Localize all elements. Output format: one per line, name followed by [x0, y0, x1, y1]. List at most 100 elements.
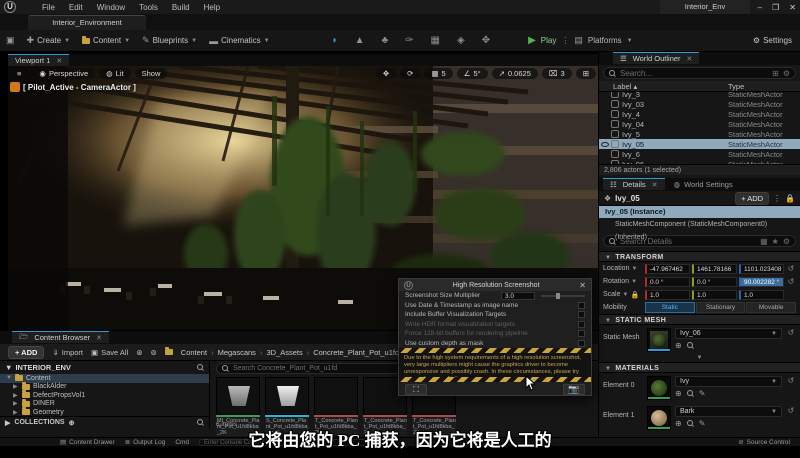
instance-row[interactable]: Ivy_05 (Instance) [599, 206, 800, 218]
view-mode-dropdown[interactable]: ◍Lit [99, 68, 130, 79]
close-icon[interactable]: ✕ [96, 334, 102, 342]
menu-file[interactable]: File [42, 3, 55, 12]
mobility-stationary[interactable]: Stationary [696, 302, 746, 313]
breadcrumb-1[interactable]: Megascans [218, 348, 256, 357]
static-mesh-thumbnail[interactable] [647, 328, 671, 352]
outliner-search-input[interactable]: Search... ⊞ ⚙ [603, 67, 796, 79]
camera-speed-button[interactable]: ⌧3 [542, 68, 572, 79]
option-checkbox[interactable] [578, 302, 585, 309]
transform-value-y[interactable]: 1.0 [692, 290, 737, 300]
transform-value-y[interactable]: 0.0 ° [692, 277, 737, 287]
view-options-icon[interactable]: ⚙ [783, 69, 790, 78]
save-icon[interactable]: ▣ [6, 35, 15, 46]
transform-value-x[interactable]: 1.0 [645, 290, 690, 300]
transform-value-z[interactable]: 1101.023408 [739, 264, 784, 274]
multiplier-value-input[interactable]: 3.0 [501, 292, 535, 300]
outliner-row[interactable]: Ivy_5StaticMeshActor [599, 129, 800, 139]
play-icon[interactable]: ▶ [528, 35, 536, 46]
transform-label[interactable]: Scale ▼🔒 [603, 291, 643, 299]
forward-button[interactable]: ⊚ [151, 348, 157, 357]
tab-content-browser[interactable]: 🗁Content Browser✕ [12, 331, 109, 343]
menu-tools[interactable]: Tools [139, 3, 158, 12]
tab-details[interactable]: ☷Details✕ [603, 178, 665, 190]
expand-arrow-icon[interactable]: ▶ [13, 392, 19, 399]
tab-viewport-1[interactable]: Viewport 1✕ [8, 54, 69, 66]
expand-arrow-icon[interactable]: ▼ [6, 375, 12, 381]
grid-snap-button[interactable]: ▦5 [424, 68, 452, 79]
close-icon[interactable]: ✕ [652, 181, 658, 189]
select-mode-icon[interactable]: ◗ [332, 35, 338, 46]
expand-arrow-icon[interactable]: ▶ [13, 409, 19, 416]
tree-item-content[interactable]: ▼Content [0, 374, 209, 383]
close-icon[interactable]: ✕ [687, 55, 693, 63]
search-icon[interactable] [197, 364, 204, 371]
materials-section-header[interactable]: ▼MATERIALS [599, 362, 800, 373]
transform-value-x[interactable]: 0.0 ° [645, 277, 690, 287]
scale-snap-button[interactable]: ↗0.0625 [492, 68, 538, 79]
mesh-paint-mode-icon[interactable]: ▦ [431, 35, 440, 46]
transform-section-header[interactable]: ▼TRANSFORM [599, 251, 800, 262]
animation-mode-icon[interactable]: ✥ [482, 35, 490, 46]
tab-world-settings[interactable]: ◍World Settings [667, 178, 740, 191]
close-button[interactable]: ✕ [789, 3, 796, 12]
transform-value-z[interactable]: 90.002282 ° [739, 277, 784, 287]
use-selected-icon[interactable]: ⊕ [675, 389, 682, 398]
platforms-button[interactable]: Platforms [588, 36, 622, 45]
menu-build[interactable]: Build [172, 3, 190, 12]
close-icon[interactable]: ✕ [579, 281, 586, 290]
component-row[interactable]: StaticMeshComponent (StaticMeshComponent… [599, 218, 800, 231]
save-all-button[interactable]: ▣Save All [91, 348, 128, 357]
transform-value-z[interactable]: 1.0 [739, 290, 784, 300]
use-selected-icon[interactable]: ⊕ [675, 341, 682, 350]
perspective-dropdown[interactable]: ◉Perspective [32, 68, 95, 79]
type-column-header[interactable]: Type [728, 82, 800, 91]
play-button[interactable]: Play [541, 36, 557, 45]
details-search-input[interactable]: Search Details ▦ ★ ⚙ [603, 235, 796, 247]
breadcrumb-0[interactable]: Content [181, 348, 207, 357]
add-component-button[interactable]: + ADD [735, 192, 769, 205]
take-screenshot-button[interactable]: 📷 [563, 384, 585, 395]
maximize-viewport-icon[interactable]: ⊞ [576, 68, 596, 79]
expand-advanced-icon[interactable]: ▼ [599, 355, 800, 362]
landscape-mode-icon[interactable]: ▲ [355, 35, 365, 46]
browse-to-icon[interactable] [687, 342, 694, 349]
dialog-title-bar[interactable]: U High Resolution Screenshot ✕ [399, 279, 591, 291]
expand-arrow-icon[interactable]: ▶ [13, 383, 19, 390]
tree-item-diner[interactable]: ▶DINER [0, 400, 209, 409]
maximize-button[interactable]: ❐ [772, 3, 779, 12]
menu-help[interactable]: Help [204, 3, 220, 12]
sources-header[interactable]: ▼ INTERIOR_ENV [0, 361, 209, 374]
transform-label[interactable]: Location ▼ [603, 265, 643, 272]
content-button[interactable]: Content▼ [82, 36, 130, 46]
tree-item-blackalder[interactable]: ▶BlackAlder [0, 383, 209, 392]
static-mesh-combobox[interactable]: Ivy_06▼ [675, 328, 782, 339]
play-options-kebab-icon[interactable]: ⋮ [561, 36, 569, 45]
material-thumbnail[interactable] [647, 376, 671, 400]
outliner-row[interactable]: Ivy_03StaticMeshActor [599, 99, 800, 109]
reset-transform-icon[interactable]: ↺ [786, 264, 796, 273]
show-dropdown[interactable]: Show [135, 68, 168, 79]
blueprint-options-icon[interactable]: ⋮ [773, 194, 781, 203]
mobility-movable[interactable]: Movable [746, 302, 796, 313]
import-button[interactable]: ⇓Import [52, 348, 83, 357]
label-column-header[interactable]: Label ▴ [613, 82, 637, 91]
search-icon[interactable] [197, 419, 204, 426]
outliner-row[interactable]: Ivy_6StaticMeshActor [599, 149, 800, 159]
tab-world-outliner[interactable]: ☰World Outliner✕ [613, 52, 699, 64]
brush-edit-mode-icon[interactable]: ✑ [405, 35, 413, 46]
create-button[interactable]: ✚Create▼ [27, 35, 71, 46]
fracture-mode-icon[interactable]: ◈ [457, 35, 465, 46]
translate-tool-icon[interactable]: ✥ [376, 68, 396, 79]
specify-capture-region-button[interactable]: ⛶ [405, 384, 427, 395]
display-filter-icon[interactable]: ▦ [760, 237, 768, 246]
reset-transform-icon[interactable]: ↺ [786, 277, 796, 286]
outliner-row[interactable]: Ivy_04StaticMeshActor [599, 119, 800, 129]
tree-item-defectpropsvol1[interactable]: ▶DefectPropsVol1 [0, 391, 209, 400]
material-options-icon[interactable]: ✎ [699, 389, 706, 398]
multiplier-slider[interactable] [541, 295, 585, 297]
material-combobox[interactable]: Bark▼ [675, 406, 782, 417]
mobility-static[interactable]: Static [645, 302, 695, 313]
material-combobox[interactable]: Ivy▼ [675, 376, 782, 387]
browse-to-icon[interactable] [687, 390, 694, 397]
folder-plus-icon[interactable]: ⊞ [772, 69, 779, 78]
